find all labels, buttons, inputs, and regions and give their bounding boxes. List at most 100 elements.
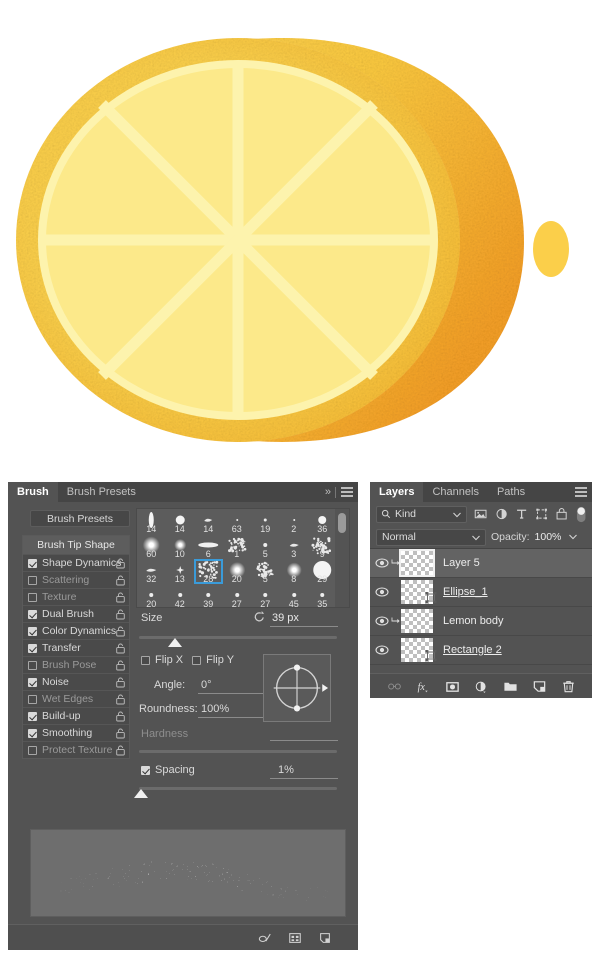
brush-option-row[interactable]: Smoothing — [23, 724, 129, 741]
new-layer-icon[interactable] — [532, 679, 547, 694]
lock-icon[interactable] — [116, 711, 125, 722]
flip-y-checkbox[interactable] — [192, 655, 202, 665]
link-layers-icon[interactable] — [387, 679, 402, 694]
brush-option-row[interactable]: Noise — [23, 673, 129, 690]
brush-tip-cell[interactable]: 5 — [251, 559, 280, 584]
filter-shape-icon[interactable] — [535, 507, 548, 521]
lock-icon[interactable] — [116, 745, 125, 756]
lock-icon[interactable] — [116, 643, 125, 654]
brush-tip-cell[interactable]: 9 — [308, 534, 337, 559]
layer-visibility-eye-icon[interactable] — [374, 558, 390, 568]
brush-tip-cell[interactable]: 63 — [223, 509, 252, 534]
brush-tip-cell[interactable]: 14 — [194, 509, 223, 534]
add-layer-mask-icon[interactable] — [445, 679, 460, 694]
brush-option-checkbox[interactable] — [28, 677, 37, 687]
brush-tip-cell[interactable]: 14 — [137, 509, 166, 534]
filter-kind-select[interactable]: Kind — [376, 505, 468, 523]
lock-icon[interactable] — [116, 609, 125, 620]
filter-type-icon[interactable] — [515, 507, 528, 521]
brush-option-row[interactable]: Build-up — [23, 707, 129, 724]
lock-icon[interactable] — [116, 728, 125, 739]
brush-option-row[interactable]: Brush Pose — [23, 656, 129, 673]
brush-panel-grid-icon[interactable] — [288, 931, 302, 945]
reset-arrow-icon[interactable] — [253, 610, 266, 623]
brush-tip-cell[interactable]: 5 — [251, 534, 280, 559]
layer-thumbnail[interactable] — [401, 638, 437, 662]
layer-thumbnail[interactable] — [401, 609, 433, 633]
blend-mode-select[interactable]: Normal — [376, 528, 486, 546]
brush-option-row[interactable]: Protect Texture — [23, 741, 129, 758]
tab-brush[interactable]: Brush — [8, 482, 58, 502]
lock-icon[interactable] — [116, 626, 125, 637]
brush-tip-cell[interactable]: 20 — [137, 584, 166, 607]
brush-option-row[interactable]: Wet Edges — [23, 690, 129, 707]
spacing-value[interactable]: 1% — [278, 764, 294, 776]
lock-icon[interactable] — [116, 558, 125, 569]
brush-option-checkbox[interactable] — [28, 626, 37, 636]
tab-paths[interactable]: Paths — [487, 482, 535, 502]
brush-tip-cell[interactable]: 3 — [280, 534, 309, 559]
brush-tip-cell[interactable]: 36 — [308, 509, 337, 534]
brush-option-row[interactable]: Dual Brush — [23, 605, 129, 622]
brush-tip-cell[interactable]: 19 — [251, 509, 280, 534]
brush-tip-cell[interactable]: 8 — [280, 559, 309, 584]
brush-option-row[interactable]: Shape Dynamics — [23, 554, 129, 571]
lock-icon[interactable] — [116, 575, 125, 586]
brush-presets-button[interactable]: Brush Presets — [30, 510, 130, 527]
filter-smart-object-icon[interactable] — [555, 507, 568, 521]
brush-option-checkbox[interactable] — [28, 728, 37, 738]
brush-option-checkbox[interactable] — [28, 660, 37, 670]
collapse-chevrons-icon[interactable]: » — [325, 486, 331, 498]
filter-adjustment-icon[interactable] — [495, 507, 508, 521]
layer-row[interactable]: Ellipse_1 — [370, 578, 592, 607]
brush-option-row[interactable]: Texture — [23, 588, 129, 605]
brush-tip-cell[interactable]: 27 — [251, 584, 280, 607]
layer-visibility-eye-icon[interactable] — [374, 645, 390, 655]
brush-tip-cell[interactable]: 6 — [194, 534, 223, 559]
brush-tip-cell[interactable]: 45 — [280, 584, 309, 607]
brush-tip-shape-item[interactable]: Brush Tip Shape — [23, 536, 129, 554]
layer-name[interactable]: Lemon body — [443, 615, 504, 627]
brush-tip-cell[interactable]: 1 — [223, 534, 252, 559]
brush-option-row[interactable]: Scattering — [23, 571, 129, 588]
layer-visibility-eye-icon[interactable] — [374, 587, 390, 597]
brush-option-checkbox[interactable] — [28, 643, 37, 653]
brush-tip-grid[interactable]: 14 14 14 63 19 2 36 60 10 6 1 5 3 9 32 13 28 20 5 8 29 20 42 39… — [136, 508, 350, 608]
filter-enable-toggle[interactable] — [576, 506, 586, 523]
panel-menu-icon[interactable] — [575, 487, 587, 497]
layer-visibility-eye-icon[interactable] — [374, 616, 390, 626]
layer-name[interactable]: Ellipse_1 — [443, 586, 488, 598]
lock-icon[interactable] — [116, 677, 125, 688]
brush-option-checkbox[interactable] — [28, 745, 37, 755]
roundness-value[interactable]: 100% — [201, 703, 229, 715]
brush-tip-cell[interactable]: 28 — [194, 559, 223, 584]
brush-option-checkbox[interactable] — [28, 575, 37, 585]
layer-name[interactable]: Layer 5 — [443, 557, 480, 569]
brush-grid-scroll-thumb[interactable] — [338, 513, 346, 533]
brush-tip-cell[interactable]: 35 — [308, 584, 337, 607]
lock-icon[interactable] — [116, 660, 125, 671]
brush-option-checkbox[interactable] — [28, 711, 37, 721]
brush-option-checkbox[interactable] — [28, 609, 37, 619]
opacity-chevron-down-icon[interactable] — [569, 534, 578, 540]
angle-roundness-dial[interactable] — [263, 654, 331, 722]
size-slider-thumb[interactable] — [168, 638, 182, 647]
filter-pixel-icon[interactable] — [474, 507, 487, 521]
brush-tip-cell[interactable]: 60 — [137, 534, 166, 559]
tab-layers[interactable]: Layers — [370, 482, 424, 502]
brush-tip-cell[interactable]: 13 — [166, 559, 195, 584]
panel-menu-icon[interactable] — [341, 487, 353, 497]
tab-channels[interactable]: Channels — [423, 482, 488, 502]
brush-option-checkbox[interactable] — [28, 592, 37, 602]
brush-tip-cell[interactable]: 39 — [194, 584, 223, 607]
angle-value[interactable]: 0° — [201, 679, 212, 691]
layer-thumbnail[interactable] — [401, 580, 437, 604]
lock-icon[interactable] — [116, 694, 125, 705]
brush-tip-cell[interactable]: 10 — [166, 534, 195, 559]
brush-option-checkbox[interactable] — [28, 558, 37, 568]
brush-tip-cell[interactable]: 29 — [308, 559, 337, 584]
flip-x-checkbox[interactable] — [141, 655, 150, 665]
layer-row[interactable]: Rectangle 2 — [370, 636, 592, 665]
layer-style-fx-icon[interactable]: fx — [416, 679, 431, 694]
brush-option-checkbox[interactable] — [28, 694, 37, 704]
